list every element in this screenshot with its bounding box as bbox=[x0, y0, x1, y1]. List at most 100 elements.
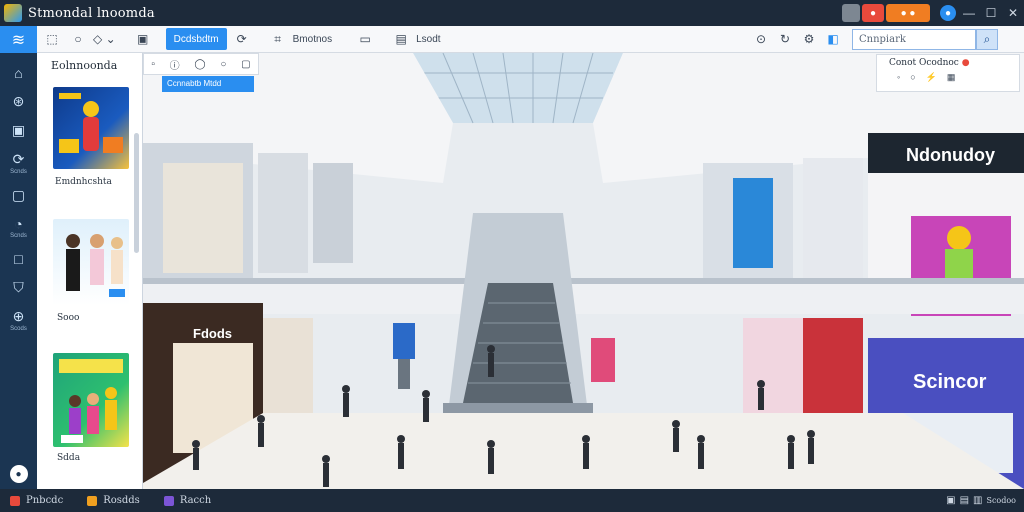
tool-label[interactable]: Bmotnos bbox=[293, 34, 332, 45]
flag-icon[interactable]: ● ● bbox=[886, 4, 930, 22]
rail-edit[interactable]: ▢ bbox=[0, 187, 37, 204]
store-sign-top-right: Ndonudoy bbox=[906, 145, 995, 165]
maximize-button[interactable]: ☐ bbox=[980, 0, 1002, 26]
record-icon[interactable]: ● bbox=[862, 4, 884, 22]
search-input[interactable]: Cnnpiark bbox=[852, 29, 976, 50]
circle-icon[interactable]: ○ bbox=[220, 59, 226, 70]
status-icon-1 bbox=[10, 495, 20, 506]
store-sign-right: Scincor bbox=[913, 371, 987, 393]
status-label-3: Racch bbox=[179, 495, 212, 506]
folder-icon[interactable]: ▭ bbox=[354, 28, 376, 50]
asset-caption: Sooo bbox=[57, 313, 80, 323]
circle-tool-icon[interactable]: ○ bbox=[67, 28, 89, 50]
settings-icon[interactable]: ⚙ bbox=[798, 28, 820, 50]
status-item-2[interactable]: Rosdds bbox=[87, 495, 140, 506]
status-label-2: Rosdds bbox=[103, 495, 140, 506]
menu-icon[interactable]: ≋ bbox=[0, 26, 37, 53]
status-item-1[interactable]: Pnbcdc bbox=[10, 495, 63, 506]
scene-icon: ⟳ bbox=[12, 151, 25, 167]
rail-assets[interactable]: ◔ Scnds bbox=[0, 216, 37, 239]
bolt-icon[interactable]: ⚡ bbox=[926, 72, 937, 83]
rail-label-3: Scods bbox=[10, 326, 27, 332]
rail-scenes[interactable]: ⟳ Scnds bbox=[0, 151, 37, 175]
status-icon-2 bbox=[87, 495, 98, 506]
asset-caption: Emdnhcshta bbox=[55, 177, 112, 187]
rail-frame[interactable]: □ bbox=[0, 251, 37, 267]
crop-icon[interactable]: ⌗ bbox=[267, 28, 289, 50]
shield-icon: ⛉ bbox=[13, 279, 24, 295]
shape-tool-icon[interactable]: ◇ ⌄ bbox=[93, 28, 116, 50]
tool-label-2[interactable]: Lsodt bbox=[416, 34, 440, 45]
frame-icon: □ bbox=[14, 251, 23, 267]
refresh-icon[interactable]: ↻ bbox=[774, 28, 796, 50]
asset-thumbnail[interactable] bbox=[53, 219, 129, 305]
app-logo-icon bbox=[4, 4, 22, 22]
people-illustration-icon bbox=[66, 234, 125, 297]
image-canvas[interactable]: Ndonudoy Fdods Scincor bbox=[143, 53, 1024, 489]
promo-illustration-icon bbox=[59, 359, 123, 443]
asset-caption: Sdda bbox=[57, 453, 81, 463]
lock-icon[interactable]: ⊙ bbox=[750, 28, 772, 50]
status-item-3[interactable]: Racch bbox=[163, 495, 212, 506]
home-icon: ⌂ bbox=[14, 65, 23, 81]
rail-label-2: Scnds bbox=[10, 233, 27, 239]
rail-profile[interactable]: ● bbox=[0, 465, 37, 483]
asset-panel: Eolnnoonda Emdnhcshta Sooo Sdda bbox=[37, 53, 143, 489]
asset-thumbnail[interactable] bbox=[53, 353, 129, 447]
view-icon-3[interactable]: ▥ bbox=[973, 495, 982, 506]
edit-icon: ▢ bbox=[11, 187, 26, 203]
close-button[interactable]: ✕ bbox=[1002, 0, 1024, 26]
layer-icon[interactable]: ◧ bbox=[822, 28, 844, 50]
status-icon-3 bbox=[163, 495, 174, 506]
breadcrumb[interactable]: Ccnnabtb Mtdd bbox=[162, 76, 254, 92]
rail-gallery[interactable]: ▣ bbox=[0, 122, 37, 139]
copy-icon[interactable]: ◦ bbox=[897, 72, 900, 83]
rail-home[interactable]: ⌂ bbox=[0, 65, 37, 81]
rail-shield[interactable]: ⛉ bbox=[0, 279, 37, 296]
status-dot-icon: ● bbox=[961, 58, 970, 68]
profile-icon: ● bbox=[9, 465, 28, 483]
link-icon[interactable]: ○ bbox=[910, 72, 915, 83]
rail-settings[interactable]: ⊕ Scods bbox=[0, 308, 37, 332]
select-tool-icon[interactable]: ⬚ bbox=[41, 28, 63, 50]
asset-thumbnail[interactable] bbox=[53, 87, 129, 169]
title-bar: Stmondal lnoomda ● ● ● ● — ☐ ✕ bbox=[0, 0, 1024, 26]
box-icon[interactable]: ▢ bbox=[241, 59, 250, 70]
panel-scrollbar[interactable] bbox=[134, 133, 139, 253]
help-icon[interactable]: ● bbox=[940, 5, 956, 21]
ellipse-icon[interactable]: ◯ bbox=[194, 59, 205, 70]
view-icon-1[interactable]: ▣ bbox=[946, 495, 955, 506]
left-rail: ≋ ⌂ ⊛ ▣ ⟳ Scnds ▢ ◔ Scnds □ ⛉ ⊕ Scods ● bbox=[0, 26, 37, 489]
search-icon[interactable]: ⌕ bbox=[976, 29, 998, 50]
compass-icon: ⊛ bbox=[12, 93, 25, 109]
properties-title: Conot Ocodnoc ● bbox=[889, 58, 970, 68]
view-icon-2[interactable]: ▤ bbox=[960, 495, 969, 506]
sync-icon[interactable]: ⟳ bbox=[231, 28, 253, 50]
ad-illustration-icon bbox=[59, 93, 123, 153]
rail-discover[interactable]: ⊛ bbox=[0, 93, 37, 110]
properties-panel: Conot Ocodnoc ● ◦ ○ ⚡ ▦ bbox=[876, 54, 1020, 92]
gallery-icon: ▣ bbox=[11, 122, 26, 138]
status-right: ▣ ▤ ▥ Scodoo bbox=[946, 495, 1016, 506]
mall-scene-image: Ndonudoy Fdods Scincor bbox=[143, 53, 1024, 489]
frame-tool-icon[interactable]: ▣ bbox=[132, 28, 154, 50]
store-sign-lower-left: Fdods bbox=[193, 326, 232, 341]
frame-select-icon[interactable]: ▫ bbox=[151, 59, 155, 70]
properties-actions: ◦ ○ ⚡ ▦ bbox=[877, 68, 1019, 83]
status-right-label: Scodoo bbox=[986, 496, 1016, 505]
panel-title: Eolnnoonda bbox=[51, 59, 118, 72]
tab-active[interactable]: Dcdsbdtm bbox=[165, 28, 227, 50]
account-icon[interactable] bbox=[842, 4, 860, 22]
main-toolbar: ⬚ ○ ◇ ⌄ ▣ Dcdsbdtm ⟳ ⌗ Bmotnos ▭ ▤ Lsodt… bbox=[0, 26, 1024, 53]
app-title: Stmondal lnoomda bbox=[28, 5, 155, 21]
status-label-1: Pnbcdc bbox=[26, 495, 64, 506]
minimize-button[interactable]: — bbox=[958, 0, 980, 26]
settings-icon: ⊕ bbox=[12, 308, 25, 324]
status-bar: Pnbcdc Rosdds Racch ▣ ▤ ▥ Scodoo bbox=[0, 489, 1024, 512]
grid-icon[interactable]: ▦ bbox=[947, 72, 956, 83]
title-bar-controls: ● ● ● ● — ☐ ✕ bbox=[842, 0, 1024, 26]
image-icon[interactable]: ▤ bbox=[390, 28, 412, 50]
rail-label-1: Scnds bbox=[10, 169, 27, 175]
canvas-subtoolbar: ▫ ⓘ ◯ ○ ▢ bbox=[143, 53, 259, 75]
info-icon[interactable]: ⓘ bbox=[170, 57, 180, 72]
